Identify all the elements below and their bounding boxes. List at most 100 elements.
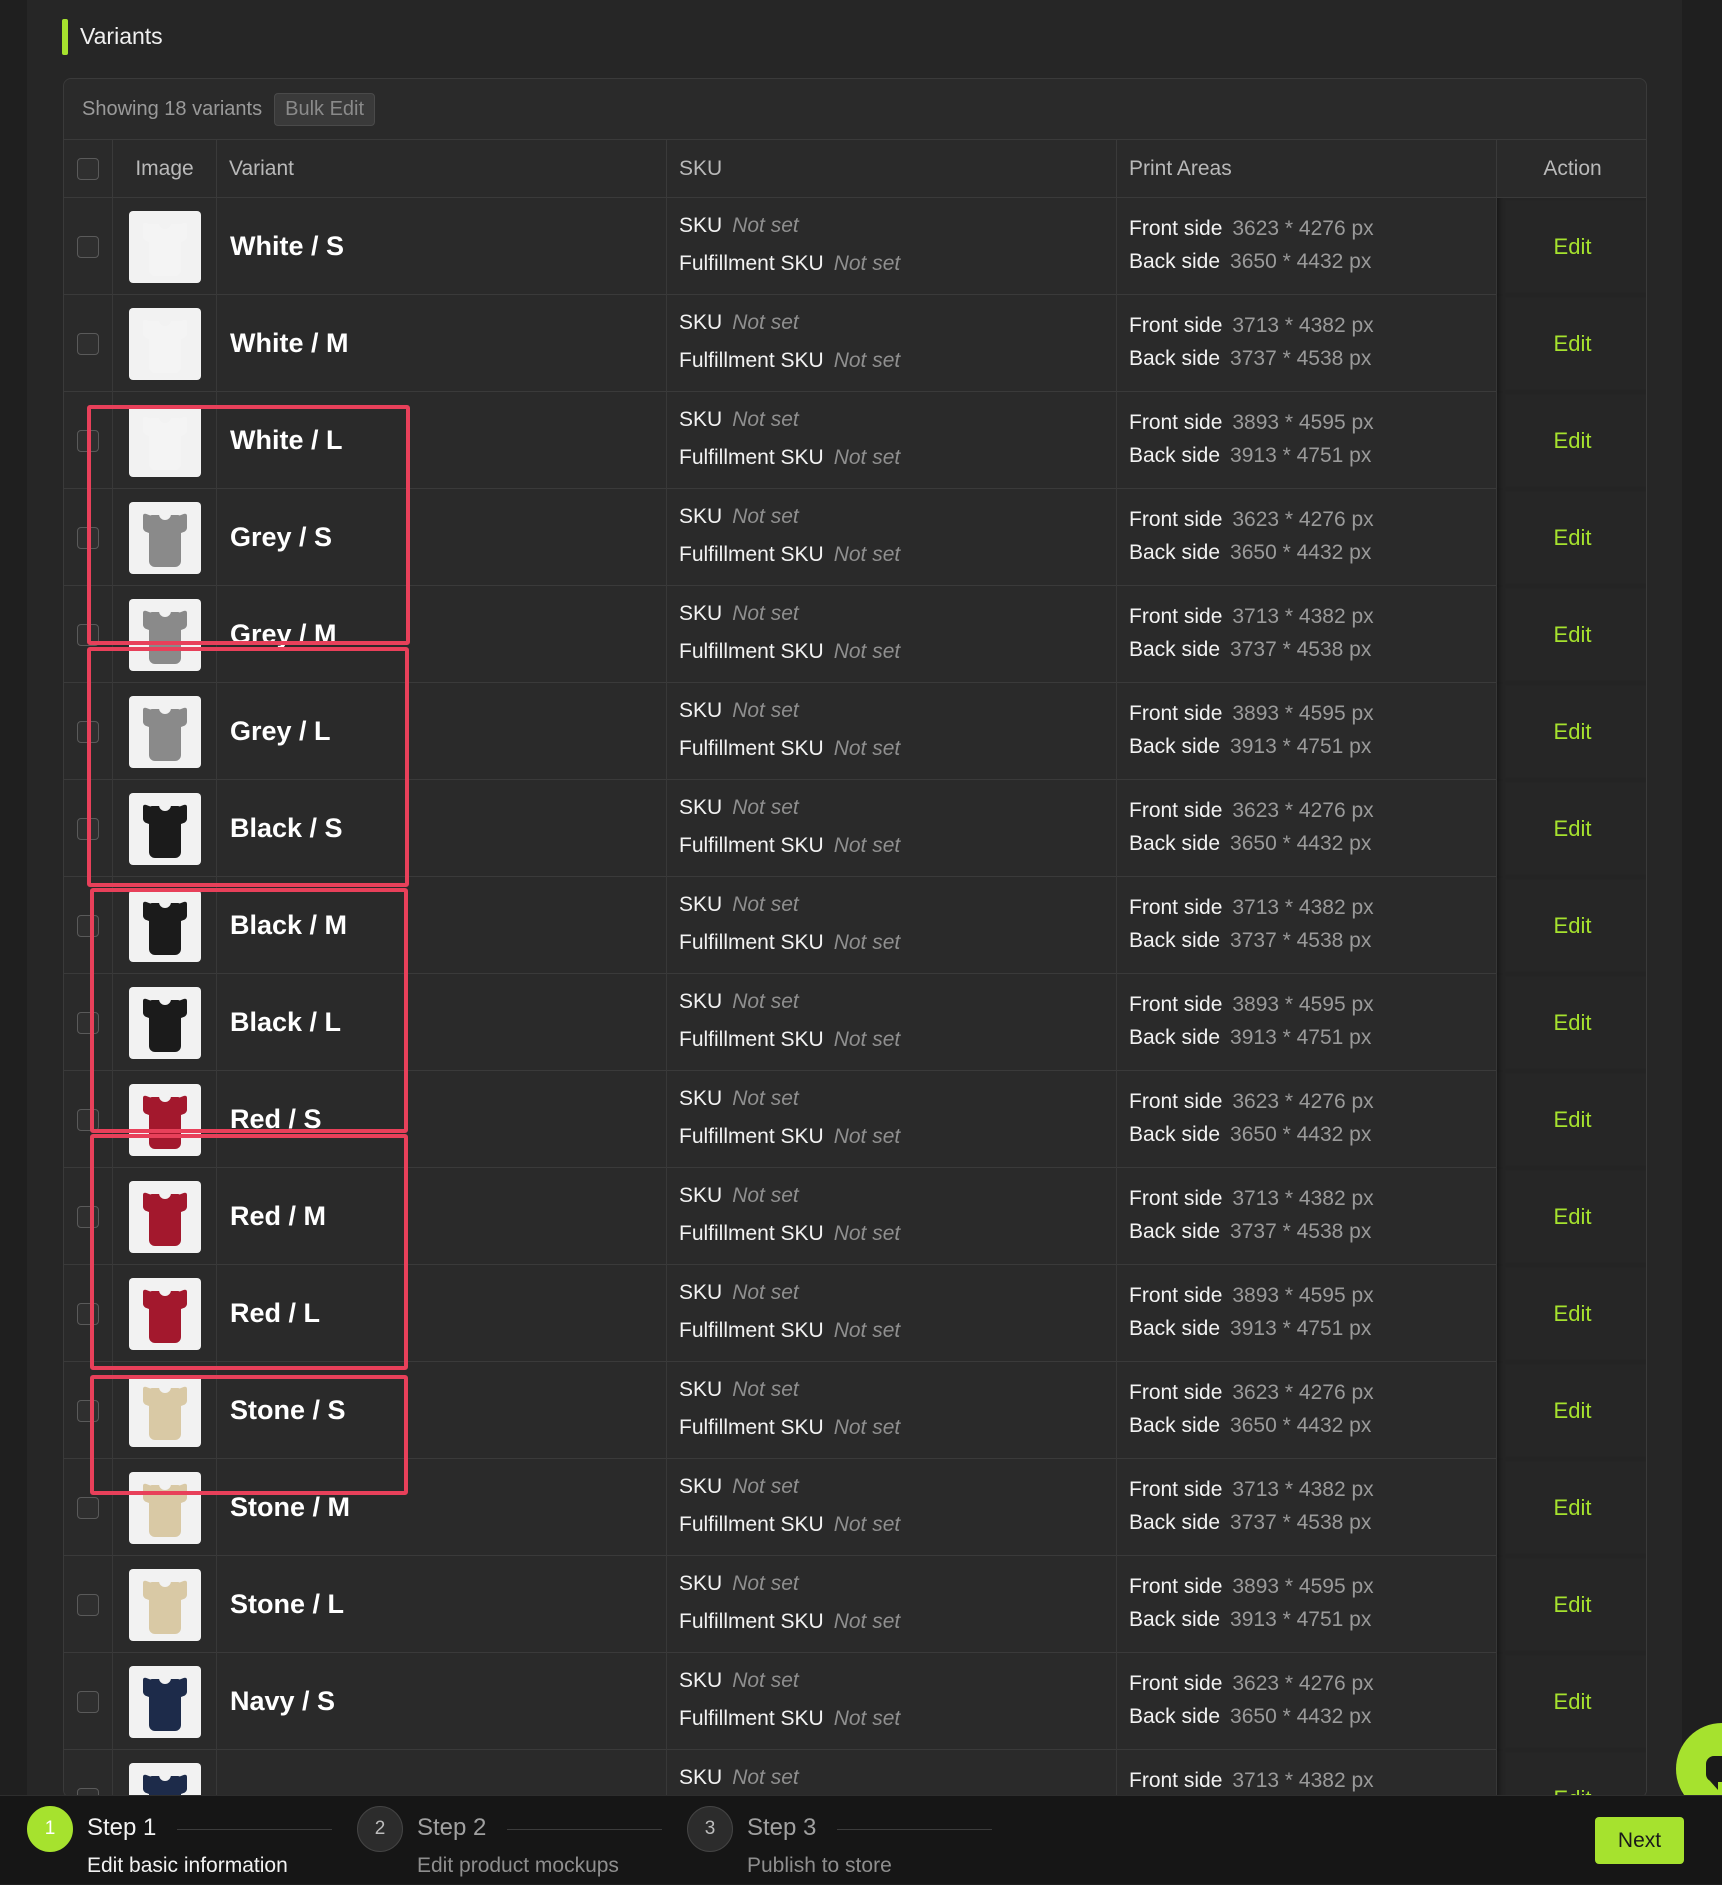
sku-cell: SKU Not set Fulfillment SKU Not set — [667, 198, 1117, 295]
front-side-size: 3713 * 4382 px — [1232, 1478, 1374, 1501]
edit-link[interactable]: Edit — [1554, 234, 1592, 260]
variant-thumbnail — [128, 1471, 201, 1544]
sku-label: SKU — [679, 505, 723, 528]
tshirt-icon — [142, 897, 187, 955]
front-side-label: Front side — [1129, 314, 1223, 337]
variant-name: White / S — [217, 198, 667, 295]
sku-value: Not set — [732, 1572, 799, 1595]
variant-name: Grey / M — [217, 586, 667, 683]
row-checkbox[interactable] — [77, 332, 99, 355]
sku-cell: SKU Not set Fulfillment SKU Not set — [667, 1653, 1117, 1750]
sku-cell: SKU Not set Fulfillment SKU Not set — [667, 1556, 1117, 1653]
sku-value: Not set — [732, 1475, 799, 1498]
back-side-size: 3913 * 4751 px — [1230, 1317, 1372, 1340]
edit-link[interactable]: Edit — [1554, 913, 1592, 939]
back-side-size: 3650 * 4432 px — [1230, 832, 1372, 855]
tshirt-icon — [142, 218, 187, 276]
edit-link[interactable]: Edit — [1554, 719, 1592, 745]
image-cell — [113, 295, 217, 392]
front-side-label: Front side — [1129, 1672, 1223, 1695]
front-side-label: Front side — [1129, 1769, 1223, 1792]
edit-link[interactable]: Edit — [1554, 428, 1592, 454]
front-side-size: 3893 * 4595 px — [1232, 1284, 1374, 1307]
step-3[interactable]: 3 Step 3 Publish to store — [687, 1796, 1017, 1885]
print-areas-cell: Front side 3893 * 4595 px Back side 3913 *… — [1117, 683, 1497, 780]
row-checkbox[interactable] — [77, 1690, 99, 1713]
image-cell — [113, 1168, 217, 1265]
back-side-label: Back side — [1129, 1026, 1221, 1049]
row-checkbox[interactable] — [77, 1496, 99, 1519]
fulfillment-sku-label: Fulfillment SKU — [679, 543, 824, 566]
back-side-size: 3913 * 4751 px — [1230, 444, 1372, 467]
print-areas-cell: Front side 3623 * 4276 px Back side 3650 *… — [1117, 489, 1497, 586]
row-checkbox[interactable] — [77, 1108, 99, 1131]
bulk-edit-button[interactable]: Bulk Edit — [274, 92, 376, 126]
sku-label: SKU — [679, 602, 723, 625]
row-checkbox[interactable] — [77, 1011, 99, 1034]
row-checkbox[interactable] — [77, 235, 99, 258]
variant-name — [217, 1750, 667, 1797]
edit-link[interactable]: Edit — [1554, 1204, 1592, 1230]
edit-link[interactable]: Edit — [1554, 1301, 1592, 1327]
edit-link[interactable]: Edit — [1554, 1689, 1592, 1715]
fulfillment-sku-label: Fulfillment SKU — [679, 1319, 824, 1342]
row-checkbox[interactable] — [77, 914, 99, 937]
edit-link[interactable]: Edit — [1554, 1592, 1592, 1618]
edit-link[interactable]: Edit — [1554, 816, 1592, 842]
variant-name: Black / L — [217, 974, 667, 1071]
row-checkbox[interactable] — [77, 623, 99, 646]
row-checkbox[interactable] — [77, 1399, 99, 1422]
edit-link[interactable]: Edit — [1554, 525, 1592, 551]
front-side-label: Front side — [1129, 702, 1223, 725]
table-row: White / S SKU Not set Fulfillment SKU Not … — [64, 198, 1646, 295]
row-checkbox[interactable] — [77, 720, 99, 743]
back-side-label: Back side — [1129, 250, 1221, 273]
print-areas-cell: Front side 3713 * 4382 px Back side 3737 *… — [1117, 1168, 1497, 1265]
row-checkbox-cell — [64, 1459, 113, 1556]
sku-label: SKU — [679, 1184, 723, 1207]
fulfillment-sku-label: Fulfillment SKU — [679, 252, 824, 275]
edit-link[interactable]: Edit — [1554, 1495, 1592, 1521]
select-all-checkbox[interactable] — [77, 158, 99, 180]
row-checkbox[interactable] — [77, 526, 99, 549]
step-2[interactable]: 2 Step 2 Edit product mockups — [357, 1796, 687, 1885]
fulfillment-sku-label: Fulfillment SKU — [679, 1416, 824, 1439]
back-side-label: Back side — [1129, 832, 1221, 855]
image-cell — [113, 392, 217, 489]
row-checkbox[interactable] — [77, 817, 99, 840]
front-side-label: Front side — [1129, 1575, 1223, 1598]
edit-link[interactable]: Edit — [1554, 331, 1592, 357]
fulfillment-sku-label: Fulfillment SKU — [679, 834, 824, 857]
edit-link[interactable]: Edit — [1554, 1107, 1592, 1133]
fulfillment-sku-value: Not set — [833, 834, 901, 857]
row-checkbox[interactable] — [77, 1302, 99, 1325]
variant-thumbnail — [128, 889, 201, 962]
section-accent-bar — [62, 18, 68, 55]
fulfillment-sku-value: Not set — [833, 1125, 901, 1148]
step-1[interactable]: 1 Step 1 Edit basic information — [27, 1796, 357, 1885]
row-checkbox-cell — [64, 392, 113, 489]
variant-thumbnail — [128, 695, 201, 768]
print-areas-cell: Front side 3893 * 4595 px Back side 3913 *… — [1117, 1265, 1497, 1362]
row-checkbox[interactable] — [77, 1593, 99, 1616]
variant-thumbnail — [128, 404, 201, 477]
table-row: Black / L SKU Not set Fulfillment SKU Not … — [64, 974, 1646, 1071]
sku-label: SKU — [679, 1087, 723, 1110]
edit-link[interactable]: Edit — [1554, 1010, 1592, 1036]
edit-link[interactable]: Edit — [1554, 1398, 1592, 1424]
tshirt-icon — [142, 509, 187, 567]
image-cell — [113, 780, 217, 877]
edit-link[interactable]: Edit — [1554, 622, 1592, 648]
row-checkbox[interactable] — [77, 429, 99, 452]
print-areas-cell: Front side 3893 * 4595 px Back side 3913 *… — [1117, 1556, 1497, 1653]
tshirt-icon — [142, 800, 187, 858]
variant-thumbnail — [128, 598, 201, 671]
sku-value: Not set — [732, 1766, 799, 1789]
next-button[interactable]: Next — [1595, 1817, 1684, 1864]
row-checkbox[interactable] — [77, 1205, 99, 1228]
variant-thumbnail — [128, 1568, 201, 1641]
front-side-size: 3893 * 4595 px — [1232, 411, 1374, 434]
sku-cell: SKU Not set Fulfillment SKU Not set — [667, 974, 1117, 1071]
sku-cell: SKU Not set Fulfillment SKU Not set — [667, 295, 1117, 392]
variant-name: Stone / M — [217, 1459, 667, 1556]
